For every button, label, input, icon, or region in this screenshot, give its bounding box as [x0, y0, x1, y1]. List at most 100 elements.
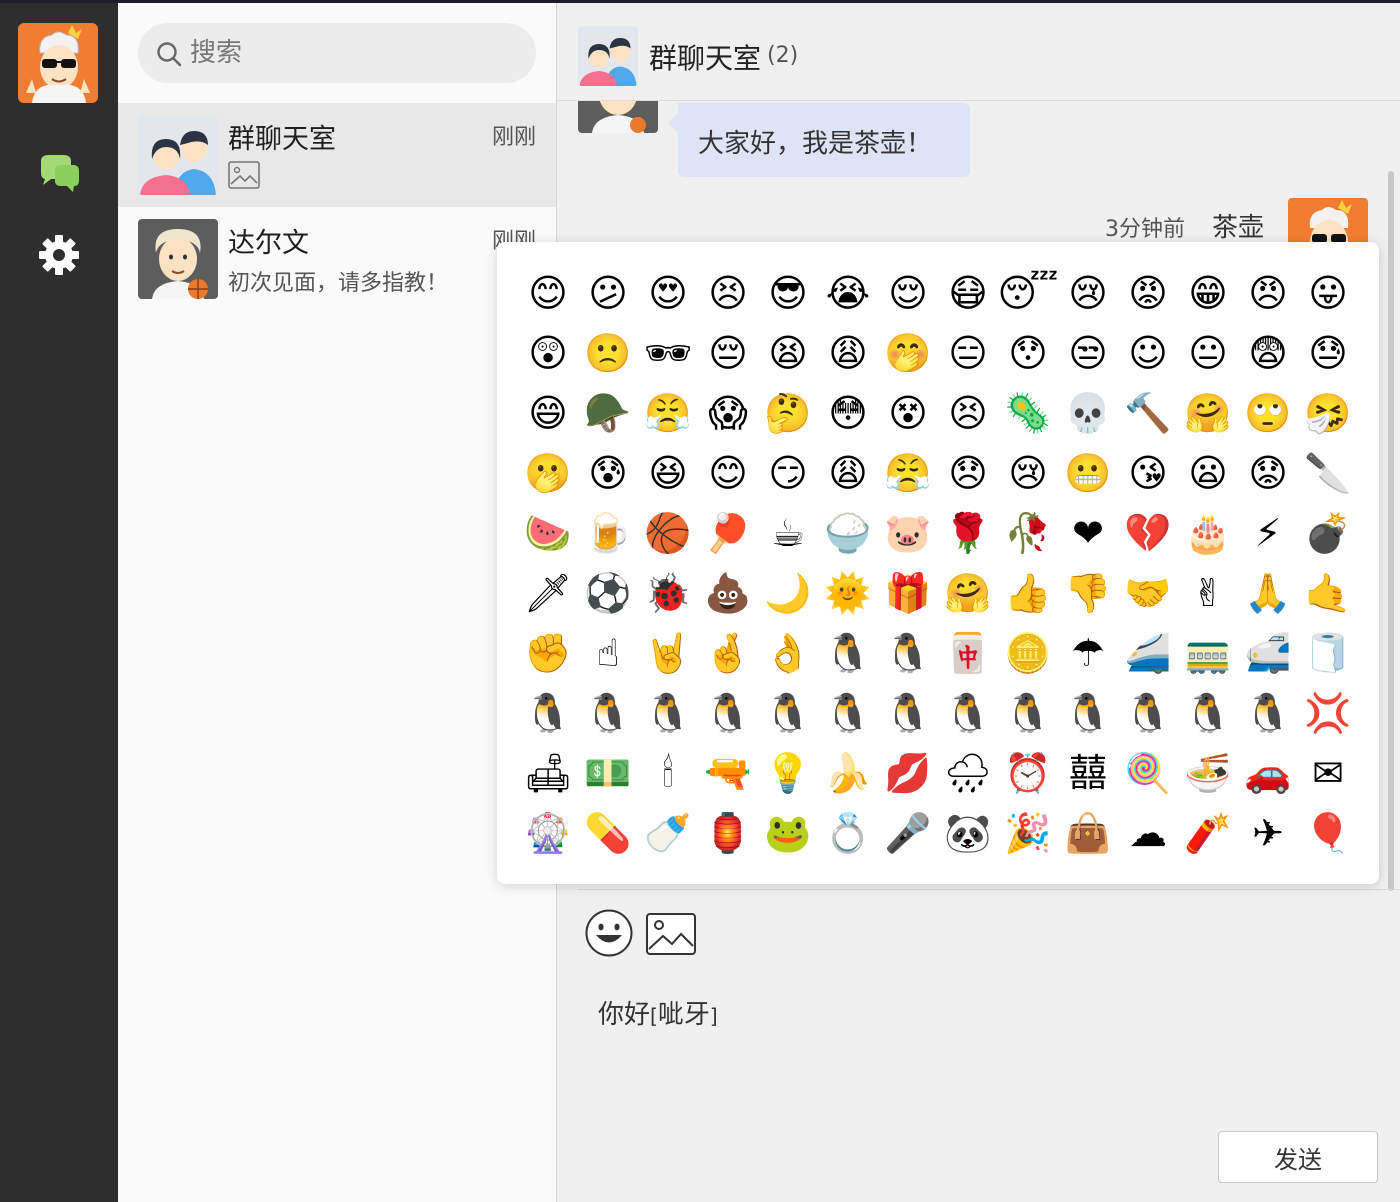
- emoji-item[interactable]: 😷: [938, 263, 998, 323]
- emoji-item[interactable]: 😑: [938, 323, 998, 383]
- emoji-item[interactable]: 🔪: [1298, 443, 1358, 503]
- emoji-item[interactable]: 😊: [698, 443, 758, 503]
- emoji-item[interactable]: 😍: [638, 263, 698, 323]
- emoji-item[interactable]: ⚡: [1238, 503, 1298, 563]
- emoji-item[interactable]: ✌: [1178, 563, 1238, 623]
- emoji-item[interactable]: 😣: [938, 383, 998, 443]
- emoji-item[interactable]: 😳: [818, 383, 878, 443]
- emoji-item[interactable]: 🪖: [578, 383, 638, 443]
- emoji-item[interactable]: 😠: [1238, 263, 1298, 323]
- emoji-item[interactable]: 💔: [1118, 503, 1178, 563]
- emoji-item[interactable]: 👌: [758, 623, 818, 683]
- emoji-item[interactable]: 🐧: [518, 683, 578, 743]
- emoji-item[interactable]: 🐼: [938, 803, 998, 863]
- emoji-item[interactable]: 🍜: [1178, 743, 1238, 803]
- emoji-item[interactable]: 💣: [1298, 503, 1358, 563]
- emoji-item[interactable]: 🍭: [1118, 743, 1178, 803]
- emoji-item[interactable]: 😁: [1178, 263, 1238, 323]
- emoji-item[interactable]: 🌹: [938, 503, 998, 563]
- emoji-item[interactable]: 💍: [818, 803, 878, 863]
- emoji-item[interactable]: 🎂: [1178, 503, 1238, 563]
- emoji-item[interactable]: 😕: [578, 263, 638, 323]
- emoji-item[interactable]: 🐧: [1178, 683, 1238, 743]
- emoji-item[interactable]: 😢: [998, 443, 1058, 503]
- emoji-item[interactable]: 🙄: [1238, 383, 1298, 443]
- emoji-item[interactable]: 🫢: [518, 443, 578, 503]
- emoji-item[interactable]: 🧨: [1178, 803, 1238, 863]
- emoji-item[interactable]: 🔨: [1118, 383, 1178, 443]
- emoji-item[interactable]: 🌧: [938, 743, 998, 803]
- emoji-item[interactable]: 🚄: [1118, 623, 1178, 683]
- message-scrollbar[interactable]: [1388, 171, 1394, 891]
- emoji-item[interactable]: 😟: [1238, 443, 1298, 503]
- emoji-item[interactable]: 🐧: [578, 683, 638, 743]
- emoji-item[interactable]: 🧻: [1298, 623, 1358, 683]
- emoji-item[interactable]: 😭: [818, 263, 878, 323]
- emoji-item[interactable]: 🥀: [998, 503, 1058, 563]
- message-input[interactable]: 你好[呲牙]: [598, 994, 1358, 1034]
- emoji-item[interactable]: 😣: [698, 263, 758, 323]
- emoji-item[interactable]: ⏰: [998, 743, 1058, 803]
- emoji-item[interactable]: ☝: [578, 623, 638, 683]
- emoji-item[interactable]: 🚅: [1238, 623, 1298, 683]
- emoji-item[interactable]: ⚽: [578, 563, 638, 623]
- emoji-item[interactable]: 😌: [878, 263, 938, 323]
- emoji-item[interactable]: 🎉: [998, 803, 1058, 863]
- emoji-item[interactable]: 😄: [518, 383, 578, 443]
- emoji-item[interactable]: 😩: [818, 323, 878, 383]
- emoji-item[interactable]: 😩: [818, 443, 878, 503]
- emoji-item[interactable]: 🀄: [938, 623, 998, 683]
- emoji-item[interactable]: 🐧: [638, 683, 698, 743]
- emoji-item[interactable]: 😨: [1238, 323, 1298, 383]
- emoji-item[interactable]: 👍: [998, 563, 1058, 623]
- emoji-item[interactable]: 😞: [938, 443, 998, 503]
- emoji-item[interactable]: 💩: [698, 563, 758, 623]
- conversation-item-group[interactable]: 群聊天室 刚刚: [118, 103, 556, 207]
- emoji-item[interactable]: ☂: [1058, 623, 1118, 683]
- emoji-item[interactable]: 🍼: [638, 803, 698, 863]
- emoji-item[interactable]: 囍: [1058, 743, 1118, 803]
- emoji-item[interactable]: 😬: [1058, 443, 1118, 503]
- emoji-item[interactable]: 😏: [758, 443, 818, 503]
- emoji-item[interactable]: 😐: [1178, 323, 1238, 383]
- emoji-item[interactable]: 😡: [1118, 263, 1178, 323]
- smiley-icon[interactable]: [584, 908, 634, 958]
- emoji-item[interactable]: 💋: [878, 743, 938, 803]
- emoji-item[interactable]: ☁: [1118, 803, 1178, 863]
- emoji-item[interactable]: ☺: [1118, 323, 1178, 383]
- emoji-item[interactable]: 🚃: [1178, 623, 1238, 683]
- emoji-item[interactable]: 🐧: [1058, 683, 1118, 743]
- emoji-item[interactable]: 😱: [698, 383, 758, 443]
- emoji-item[interactable]: 🗡: [518, 563, 578, 623]
- emoji-item[interactable]: 🙏: [1238, 563, 1298, 623]
- emoji-item[interactable]: 😊: [518, 263, 578, 323]
- emoji-item[interactable]: 🤝: [1118, 563, 1178, 623]
- emoji-item[interactable]: 💵: [578, 743, 638, 803]
- image-icon[interactable]: [645, 912, 697, 956]
- emoji-item[interactable]: 🙁: [578, 323, 638, 383]
- emoji-item[interactable]: 😓: [1298, 323, 1358, 383]
- conversation-item-darwin[interactable]: 达尔文 刚刚 初次见面，请多指教！: [118, 207, 556, 311]
- emoji-item[interactable]: 🕯: [638, 743, 698, 803]
- emoji-item[interactable]: 🌞: [818, 563, 878, 623]
- emoji-item[interactable]: 😵: [878, 383, 938, 443]
- emoji-item[interactable]: 🌙: [758, 563, 818, 623]
- emoji-item[interactable]: 🐧: [698, 683, 758, 743]
- emoji-item[interactable]: 🍚: [818, 503, 878, 563]
- emoji-item[interactable]: 😔: [698, 323, 758, 383]
- emoji-item[interactable]: 🦠: [998, 383, 1058, 443]
- emoji-item[interactable]: 💢: [1298, 683, 1358, 743]
- emoji-item[interactable]: ✊: [518, 623, 578, 683]
- emoji-item[interactable]: 🐧: [818, 683, 878, 743]
- emoji-item[interactable]: 🤞: [698, 623, 758, 683]
- emoji-item[interactable]: 🤧: [1298, 383, 1358, 443]
- emoji-item[interactable]: 🎡: [518, 803, 578, 863]
- emoji-item[interactable]: 🐧: [818, 623, 878, 683]
- emoji-item[interactable]: 🤙: [1298, 563, 1358, 623]
- emoji-item[interactable]: ❤: [1058, 503, 1118, 563]
- emoji-item[interactable]: 🎈: [1298, 803, 1358, 863]
- emoji-item[interactable]: 🏀: [638, 503, 698, 563]
- gear-icon[interactable]: [31, 227, 87, 283]
- emoji-item[interactable]: 🐧: [938, 683, 998, 743]
- current-user-avatar[interactable]: [18, 23, 98, 103]
